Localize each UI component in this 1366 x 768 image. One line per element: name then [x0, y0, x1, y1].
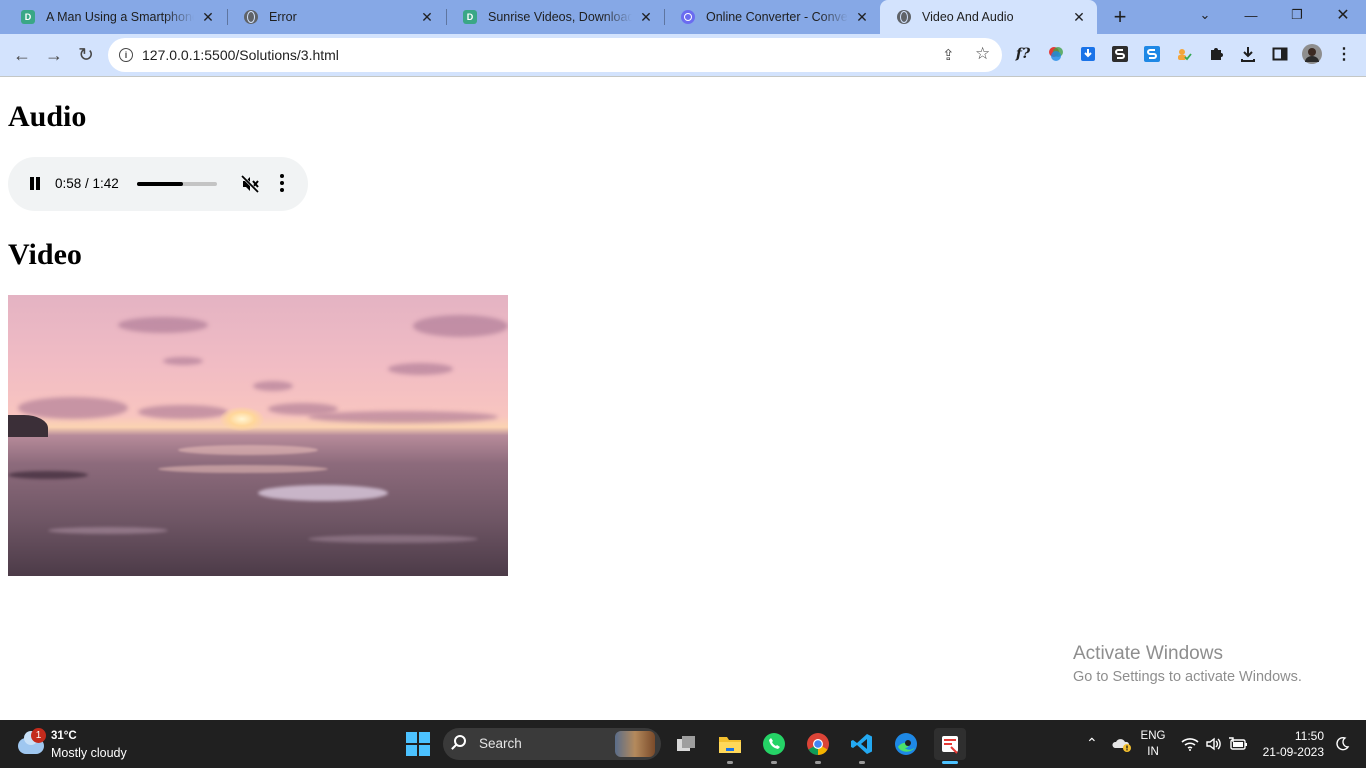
whatsapp-icon[interactable] [758, 728, 790, 760]
focus-moon-icon[interactable] [1326, 728, 1358, 760]
snipping-tool-icon[interactable] [934, 728, 966, 760]
tab-title: Video And Audio [922, 10, 1014, 24]
watermark-subtitle: Go to Settings to activate Windows. [1073, 669, 1302, 685]
globe-icon [243, 9, 259, 25]
chrome-icon[interactable] [802, 728, 834, 760]
site-info-icon[interactable]: i [119, 48, 133, 62]
back-button[interactable]: ← [8, 41, 36, 69]
tab-2[interactable]: Error ✕ [227, 0, 445, 34]
downloader-extension-icon[interactable] [1078, 44, 1098, 64]
screenshot-extension-icon[interactable] [1142, 44, 1162, 64]
more-options-icon[interactable] [278, 173, 286, 193]
notification-badge: 1 [31, 728, 46, 743]
edge-icon[interactable] [890, 728, 922, 760]
audio-player[interactable]: 0:58 / 1:42 [8, 157, 308, 211]
language-line-1: ENG [1140, 730, 1166, 742]
formula-extension-icon[interactable]: f? [1013, 44, 1033, 64]
vscode-icon[interactable] [846, 728, 878, 760]
tab-5-active[interactable]: Video And Audio ✕ [880, 0, 1097, 34]
converter-icon [680, 9, 696, 25]
minimize-button[interactable]: — [1228, 0, 1274, 30]
windows-logo-icon [406, 732, 430, 756]
onedrive-warning-icon[interactable] [1106, 728, 1138, 760]
sunset-video-frame[interactable] [8, 295, 508, 576]
close-icon[interactable]: ✕ [419, 9, 435, 25]
forward-button[interactable]: → [40, 41, 68, 69]
reload-button[interactable]: ↻ [72, 41, 100, 69]
new-tab-button[interactable]: + [1108, 4, 1132, 29]
search-label: Search [479, 736, 522, 751]
pause-icon[interactable] [29, 177, 41, 190]
weather-temperature: 31°C [51, 730, 77, 742]
tab-title: Online Converter - Convert I [706, 10, 848, 24]
volume-muted-icon[interactable] [240, 174, 260, 194]
running-indicator [727, 761, 733, 764]
tab-strip: D A Man Using a Smartphone I ✕ Error ✕ D… [0, 0, 1366, 34]
close-icon[interactable]: ✕ [854, 9, 870, 25]
tab-search-chevron-icon[interactable]: ⌄ [1182, 0, 1228, 30]
running-indicator [771, 761, 777, 764]
address-bar[interactable]: i 127.0.0.1:5500/Solutions/3.html ⇪ ☆ [108, 38, 1002, 72]
running-indicator [859, 761, 865, 764]
search-highlight-image [615, 731, 655, 757]
d-icon: D [20, 9, 36, 25]
tab-title: Sunrise Videos, Download Th [488, 10, 632, 24]
share-icon[interactable]: ⇪ [942, 46, 955, 64]
clock-date: 21-09-2023 [1262, 745, 1324, 759]
audio-time-display: 0:58 / 1:42 [55, 176, 119, 191]
rock [8, 415, 48, 437]
watermark-title: Activate Windows [1073, 643, 1223, 664]
battery-icon[interactable] [1222, 728, 1254, 760]
audio-progress-fill [137, 182, 183, 186]
grammar-extension-icon[interactable] [1174, 44, 1194, 64]
url-text[interactable]: 127.0.0.1:5500/Solutions/3.html [142, 47, 339, 63]
taskbar-search[interactable]: Search [443, 728, 661, 760]
clock-time: 11:50 [1294, 729, 1324, 743]
bookmark-star-icon[interactable]: ☆ [975, 44, 990, 64]
file-explorer-icon[interactable] [714, 728, 746, 760]
tab-1[interactable]: D A Man Using a Smartphone I ✕ [4, 0, 226, 34]
tab-4[interactable]: Online Converter - Convert I ✕ [664, 0, 880, 34]
audio-heading: Audio [8, 100, 87, 133]
d-icon: D [462, 9, 478, 25]
restore-button[interactable]: ❐ [1274, 0, 1320, 30]
downloads-icon[interactable] [1238, 44, 1258, 64]
language-line-2: IN [1147, 746, 1159, 758]
color-picker-extension-icon[interactable] [1046, 44, 1066, 64]
s-extension-icon[interactable] [1110, 44, 1130, 64]
tab-title: A Man Using a Smartphone I [46, 10, 194, 24]
weather-widget[interactable]: 1 31°C Mostly cloudy [18, 728, 148, 762]
menu-kebab-icon[interactable]: ⋮ [1334, 44, 1354, 64]
window-close-button[interactable]: ✕ [1320, 0, 1366, 30]
sun [220, 407, 264, 431]
puzzle-extensions-icon[interactable] [1206, 44, 1226, 64]
close-icon[interactable]: ✕ [1071, 9, 1087, 25]
task-view-icon[interactable] [670, 728, 702, 760]
running-indicator [815, 761, 821, 764]
tab-title: Error [269, 10, 297, 24]
taskbar: 1 31°C Mostly cloudy Search ⌃ ENG IN 11:… [0, 720, 1366, 768]
weather-condition: Mostly cloudy [51, 746, 127, 760]
system-clock[interactable]: 11:50 21-09-2023 [1262, 728, 1324, 760]
show-hidden-icons-chevron-icon[interactable]: ⌃ [1086, 735, 1098, 752]
close-icon[interactable]: ✕ [638, 9, 654, 25]
close-icon[interactable]: ✕ [200, 9, 216, 25]
start-button[interactable] [402, 728, 434, 760]
profile-avatar[interactable] [1302, 44, 1322, 64]
video-heading: Video [8, 238, 82, 271]
audio-progress-track[interactable] [137, 182, 217, 186]
active-app-indicator [942, 761, 958, 764]
language-indicator[interactable]: ENG IN [1138, 728, 1168, 760]
tab-3[interactable]: D Sunrise Videos, Download Th ✕ [446, 0, 664, 34]
side-panel-icon[interactable] [1270, 44, 1290, 64]
activate-windows-watermark: Activate Windows Go to Settings to activ… [1073, 643, 1302, 685]
globe-icon [896, 9, 912, 25]
search-icon [454, 735, 466, 747]
